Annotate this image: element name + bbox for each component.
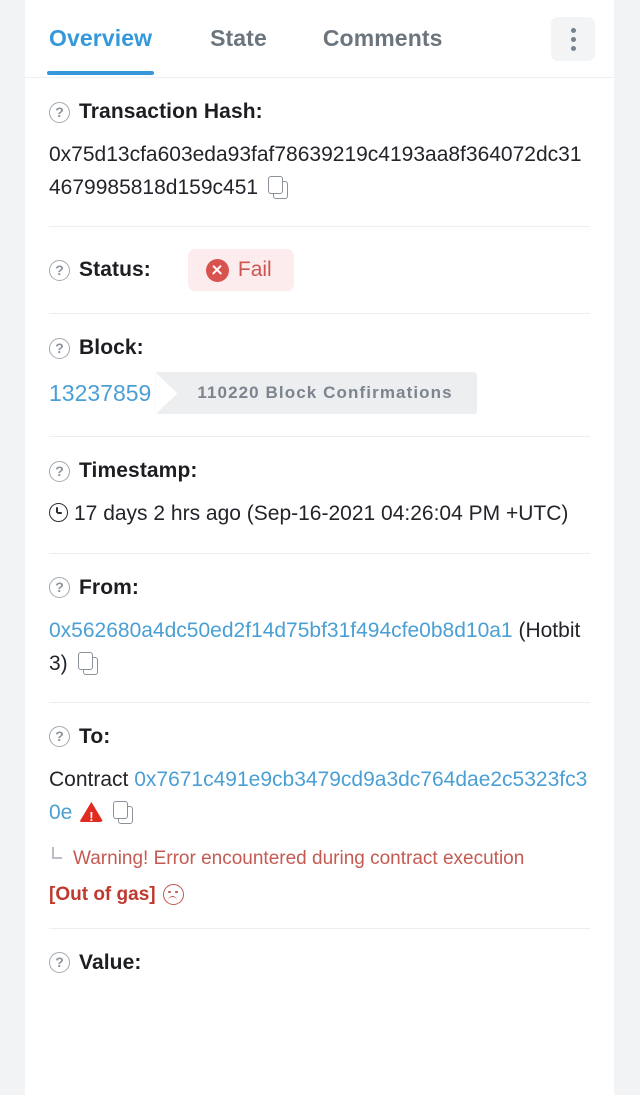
transaction-details-card: Overview State Comments ? Transaction Ha… xyxy=(25,0,614,1095)
tab-comments[interactable]: Comments xyxy=(323,25,443,74)
value-label: Value: xyxy=(79,950,142,974)
from-value-line: 0x562680a4dc50ed2f14d75bf31f494cfe0b8d10… xyxy=(49,614,590,680)
row-from: ? From: 0x562680a4dc50ed2f14d75bf31f494c… xyxy=(49,554,590,703)
sad-face-icon xyxy=(162,884,184,906)
transaction-hash-value: 0x75d13cfa603eda93faf78639219c4193aa8f36… xyxy=(49,143,582,200)
page-root: Overview State Comments ? Transaction Ha… xyxy=(0,0,640,1095)
timestamp-value: 17 days 2 hrs ago (Sep-16-2021 04:26:04 … xyxy=(74,502,569,526)
transaction-hash-value-line: 0x75d13cfa603eda93faf78639219c4193aa8f36… xyxy=(49,138,590,204)
help-icon[interactable]: ? xyxy=(49,460,70,482)
from-label-line: ? From: xyxy=(49,576,590,600)
tab-state[interactable]: State xyxy=(210,25,267,74)
block-label: Block: xyxy=(79,336,144,360)
warning-triangle-icon[interactable]: ! xyxy=(79,801,103,825)
help-icon[interactable]: ? xyxy=(49,577,70,599)
block-confirmations-badge: 110220 Block Confirmations xyxy=(155,372,477,415)
copy-icon[interactable] xyxy=(77,651,98,675)
status-label: Status: xyxy=(79,258,151,282)
contract-execution-warning: Warning! Error encountered during contra… xyxy=(49,845,590,874)
timestamp-label-line: ? Timestamp: xyxy=(49,459,590,483)
sad-face-mouth xyxy=(168,896,177,901)
tab-overview[interactable]: Overview xyxy=(46,25,155,75)
value-label-line: ? Value: xyxy=(49,951,590,975)
transaction-hash-label: Transaction Hash: xyxy=(79,100,263,123)
to-label-line: ? To: xyxy=(49,725,590,749)
to-value-line: Contract 0x7671c491e9cb3479cd9a3dc764dae… xyxy=(49,763,590,829)
tab-bar: Overview State Comments xyxy=(25,0,614,78)
kebab-dot xyxy=(570,27,576,33)
sad-face-eye-right xyxy=(175,890,179,894)
help-icon[interactable]: ? xyxy=(49,726,70,748)
sad-face-eye-left xyxy=(168,890,171,894)
to-contract-prefix: Contract xyxy=(49,767,129,791)
contract-execution-warning-text: Warning! Error encountered during contra… xyxy=(73,848,525,870)
help-icon[interactable]: ? xyxy=(49,259,70,281)
from-address-link[interactable]: 0x562680a4dc50ed2f14d75bf31f494cfe0b8d10… xyxy=(49,619,513,642)
row-timestamp: ? Timestamp: 17 days 2 hrs ago (Sep-16-2… xyxy=(49,437,590,554)
kebab-menu-icon[interactable] xyxy=(551,17,595,61)
kebab-dot xyxy=(570,45,576,51)
help-icon[interactable]: ? xyxy=(49,101,70,123)
to-warning-block: Warning! Error encountered during contra… xyxy=(49,845,590,906)
warning-exclamation: ! xyxy=(89,809,94,825)
x-circle-icon xyxy=(205,258,229,282)
details-body: ? Transaction Hash: 0x75d13cfa603eda93fa… xyxy=(25,78,614,997)
block-number-link[interactable]: 13237859 xyxy=(49,380,161,407)
out-of-gas-text: [Out of gas] xyxy=(49,883,156,905)
to-label: To: xyxy=(79,724,111,748)
row-value: ? Value: xyxy=(49,929,590,997)
status-badge-text: Fail xyxy=(237,258,272,282)
timestamp-value-line: 17 days 2 hrs ago (Sep-16-2021 04:26:04 … xyxy=(49,497,590,530)
help-icon[interactable]: ? xyxy=(49,952,70,974)
copy-icon[interactable] xyxy=(113,801,134,825)
row-block: ? Block: 13237859 110220 Block Confirmat… xyxy=(49,314,590,438)
block-label-line: ? Block: xyxy=(49,336,590,360)
corner-connector-icon xyxy=(52,847,62,860)
out-of-gas-warning: [Out of gas] xyxy=(49,884,590,906)
transaction-hash-label-line: ? Transaction Hash: xyxy=(49,100,590,124)
help-icon[interactable]: ? xyxy=(49,337,70,359)
row-status: ? Status: Fail xyxy=(49,227,590,315)
row-transaction-hash: ? Transaction Hash: 0x75d13cfa603eda93fa… xyxy=(49,78,590,228)
timestamp-label: Timestamp: xyxy=(79,459,198,483)
status-badge: Fail xyxy=(187,249,294,292)
clock-icon xyxy=(49,503,68,523)
row-to: ? To: Contract 0x7671c491e9cb3479cd9a3dc… xyxy=(49,703,590,929)
block-value-line: 13237859 110220 Block Confirmations xyxy=(49,372,590,415)
status-label-line: ? Status: Fail xyxy=(49,249,590,292)
kebab-dot xyxy=(570,36,576,42)
from-label: From: xyxy=(79,575,139,599)
copy-icon[interactable] xyxy=(268,176,289,200)
